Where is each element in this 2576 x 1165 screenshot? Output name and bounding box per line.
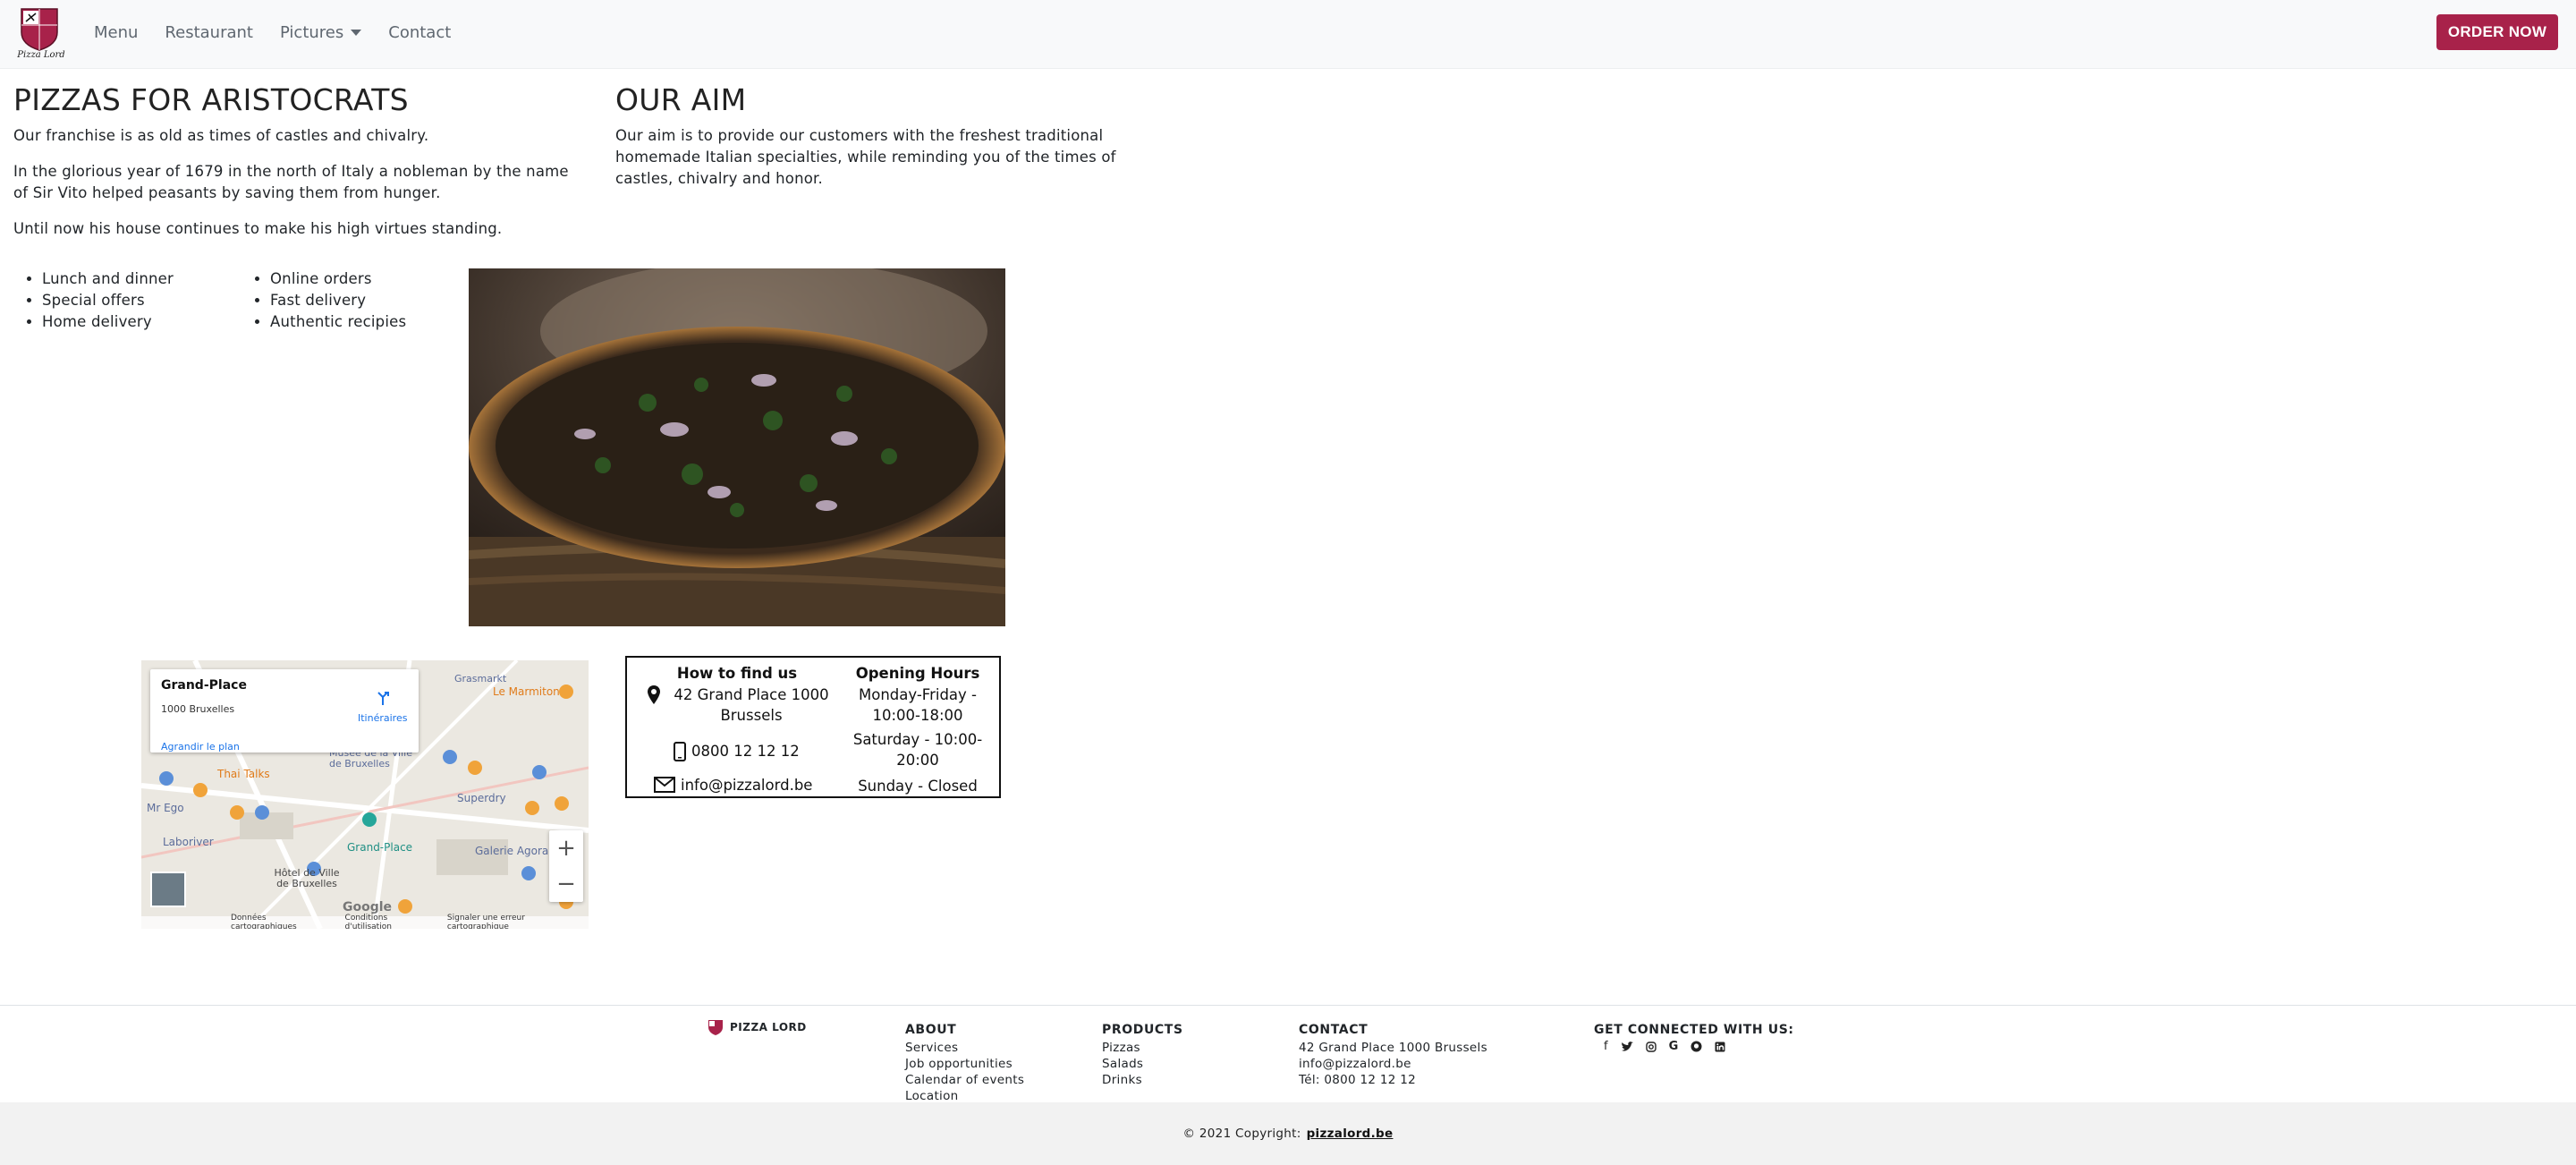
footer-contact-address: 42 Grand Place 1000 Brussels: [1299, 1041, 1487, 1055]
facebook-icon[interactable]: f: [1604, 1040, 1608, 1053]
nav-pictures-dropdown[interactable]: Pictures: [279, 22, 362, 42]
features-list-2: Online orders Fast delivery Authentic re…: [242, 268, 406, 333]
zoom-in-button[interactable]: +: [549, 830, 583, 866]
opening-hours-heading: Opening Hours: [855, 665, 980, 682]
map-label: Grand-Place: [347, 841, 413, 854]
phone-text: 0800 12 12 12: [691, 743, 800, 760]
intro-paragraph-1: Our franchise is as old as times of cast…: [13, 127, 429, 144]
map-label: Hôtel de Ville de Bruxelles: [274, 867, 340, 889]
footer-about-title: ABOUT: [905, 1023, 957, 1037]
footer-link-salads[interactable]: Salads: [1102, 1056, 1183, 1072]
order-now-button[interactable]: ORDER NOW: [2436, 14, 2558, 50]
find-us-heading: How to find us: [676, 665, 798, 682]
copyright-link[interactable]: pizzalord.be: [1307, 1127, 1394, 1141]
directions-icon[interactable]: [374, 689, 392, 707]
map-terms-link[interactable]: Conditions d'utilisation: [345, 914, 436, 929]
footer-link-pizzas[interactable]: Pizzas: [1102, 1040, 1183, 1056]
footer: [0, 1006, 2576, 1102]
intro-paragraph-2: In the glorious year of 1679 in the nort…: [13, 163, 569, 201]
map-enlarge-link[interactable]: Agrandir le plan: [161, 741, 240, 753]
footer-products: PRODUCTS Pizzas Salads Drinks: [1102, 1022, 1183, 1088]
footer-brand[interactable]: PIZZA LORD: [707, 1018, 807, 1036]
nav-contact[interactable]: Contact: [388, 23, 451, 42]
list-item: Fast delivery: [270, 290, 406, 311]
pizza-lord-logo[interactable]: Pizza Lord: [9, 5, 73, 59]
footer-contact-phone: Tél: 0800 12 12 12: [1299, 1073, 1417, 1087]
map-place-address: 1000 Bruxelles: [161, 703, 235, 715]
location-pin-icon: [648, 685, 660, 704]
footer-contact-email[interactable]: info@pizzalord.be: [1299, 1056, 1487, 1072]
features-list-1: Lunch and dinner Special offers Home del…: [13, 268, 174, 333]
shield-icon: [708, 1020, 723, 1035]
hours-weekdays: Monday-Friday - 10:00-18:00: [858, 686, 977, 724]
footer-link-jobs[interactable]: Job opportunities: [905, 1056, 1024, 1072]
map-zoom-controls: + −: [549, 830, 583, 902]
footer-products-title: PRODUCTS: [1102, 1023, 1183, 1037]
google-map[interactable]: Thai Talks Mr Ego Laboriver Grand-Place …: [141, 660, 589, 929]
footer-about: ABOUT Services Job opportunities Calenda…: [905, 1022, 1024, 1104]
map-label: Laboriver: [163, 836, 214, 848]
google-logo: Google: [343, 900, 393, 914]
satellite-toggle[interactable]: [150, 872, 186, 907]
footer-social-title: GET CONNECTED WITH US:: [1594, 1023, 1794, 1037]
map-data-link[interactable]: Données cartographiques: [231, 914, 335, 929]
map-label: Mr Ego: [147, 802, 184, 814]
instagram-icon[interactable]: [1645, 1041, 1657, 1052]
list-item: Lunch and dinner: [42, 268, 174, 290]
pizza-photo: [469, 268, 1005, 626]
email-text[interactable]: info@pizzalord.be: [681, 775, 824, 795]
map-directions-link[interactable]: Itinéraires: [358, 712, 407, 724]
map-label: Thai Talks: [217, 768, 270, 780]
svg-text:Pizza Lord: Pizza Lord: [16, 50, 64, 59]
hours-saturday: Saturday - 10:00-20:00: [852, 731, 983, 769]
footer-link-drinks[interactable]: Drinks: [1102, 1072, 1183, 1088]
nav-pictures-label: Pictures: [279, 22, 344, 42]
chevron-down-icon: [351, 30, 362, 36]
list-item: Special offers: [42, 290, 174, 311]
github-icon[interactable]: [1690, 1041, 1702, 1052]
nav-restaurant[interactable]: Restaurant: [165, 23, 253, 42]
intro-title: PIZZAS FOR ARISTOCRATS: [13, 82, 409, 117]
footer-social: GET CONNECTED WITH US:: [1594, 1022, 1794, 1040]
linkedin-icon[interactable]: [1715, 1042, 1725, 1052]
envelope-icon: [654, 777, 675, 793]
aim-text: Our aim is to provide our customers with…: [615, 127, 1116, 187]
zoom-out-button[interactable]: −: [549, 866, 583, 902]
footer-link-events[interactable]: Calendar of events: [905, 1072, 1024, 1088]
map-report-link[interactable]: Signaler une erreur cartographique: [447, 914, 589, 929]
contact-hours-table: How to find us Opening Hours 42 Grand Pl…: [625, 656, 1001, 798]
footer-contact: CONTACT 42 Grand Place 1000 Brussels inf…: [1299, 1022, 1487, 1088]
map-place-card: Grand-Place 1000 Bruxelles Agrandir le p…: [150, 669, 419, 753]
aim-title: OUR AIM: [615, 82, 747, 117]
address-text: 42 Grand Place 1000 Brussels: [674, 686, 829, 724]
map-place-name: Grand-Place: [161, 678, 247, 693]
copyright-text: © 2021 Copyright:: [1182, 1127, 1301, 1141]
nav-menu[interactable]: Menu: [94, 23, 138, 42]
map-label: Le Marmiton: [493, 685, 560, 698]
footer-link-services[interactable]: Services: [905, 1040, 1024, 1056]
list-item: Authentic recipies: [270, 311, 406, 333]
footer-contact-title: CONTACT: [1299, 1023, 1368, 1037]
google-icon[interactable]: G: [1669, 1040, 1679, 1053]
main-nav: Menu Restaurant Pictures Contact: [94, 0, 451, 64]
navbar: Pizza Lord Menu Restaurant Pictures Cont…: [0, 0, 2576, 69]
mobile-phone-icon: [674, 742, 686, 761]
copyright-bar: © 2021 Copyright: pizzalord.be: [0, 1102, 2576, 1165]
footer-brand-name: PIZZA LORD: [730, 1021, 807, 1033]
hours-sunday: Sunday - Closed: [858, 778, 978, 795]
twitter-icon[interactable]: [1621, 1041, 1633, 1052]
map-label: Galerie Agora: [475, 845, 549, 857]
map-label: Grasmarkt: [454, 673, 507, 685]
intro-paragraph-3: Until now his house continues to make hi…: [13, 220, 503, 237]
social-icons: f G: [1604, 1040, 1725, 1053]
list-item: Online orders: [270, 268, 406, 290]
map-attribution: Données cartographiques Conditions d'uti…: [141, 914, 589, 929]
list-item: Home delivery: [42, 311, 174, 333]
map-label: Superdry: [457, 792, 506, 804]
